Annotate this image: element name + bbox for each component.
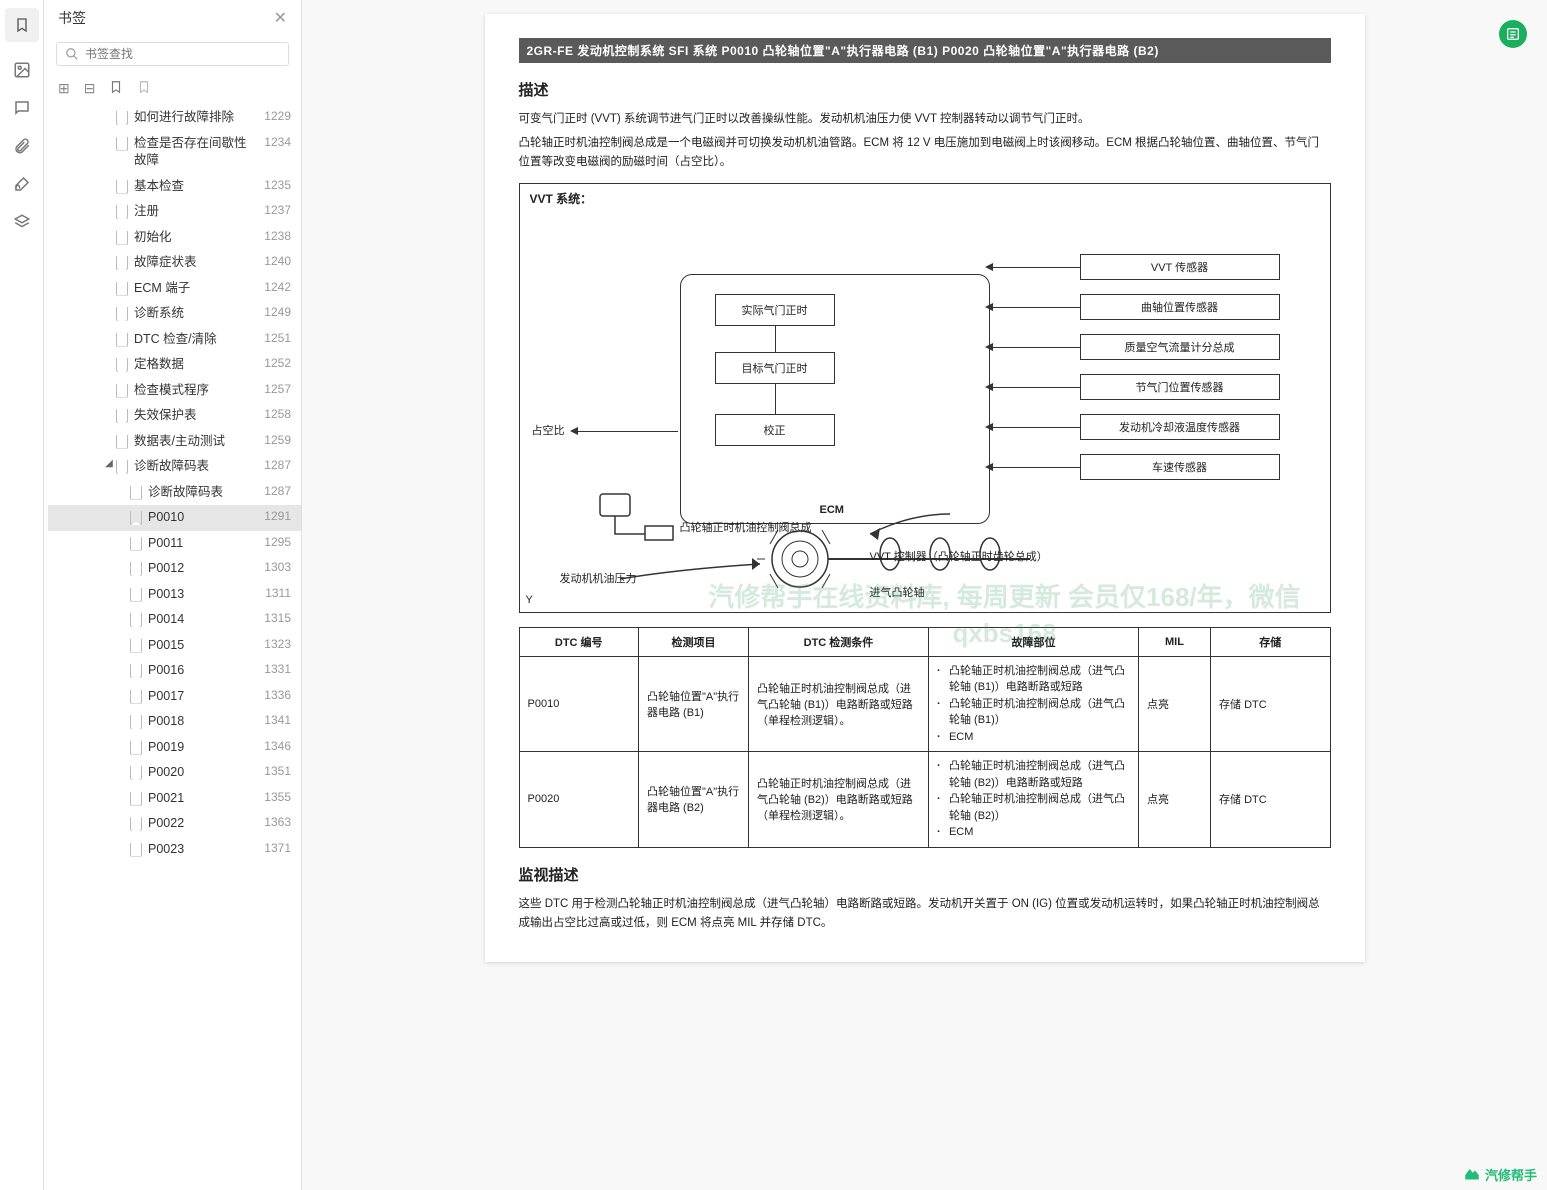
bookmark-tree: 如何进行故障排除1229检查是否存在间歇性故障1234基本检查1235注册123… (44, 105, 301, 1190)
sensor-box: 发动机冷却液温度传感器 (1080, 414, 1280, 440)
tree-item[interactable]: 检查是否存在间歇性故障1234 (48, 131, 301, 174)
watermark-ghost: 汽修帮手在线资料库, 每周更新 会员仅168/年，微信qxbs168 (680, 579, 1330, 652)
tree-item[interactable]: 故障症状表1240 (48, 250, 301, 276)
tree-item[interactable]: 定格数据1252 (48, 352, 301, 378)
tree-item[interactable]: P00211355 (48, 786, 301, 812)
tree-item[interactable]: 失效保护表1258 (48, 403, 301, 429)
tree-item[interactable]: P00191346 (48, 735, 301, 761)
tree-item[interactable]: 初始化1238 (48, 225, 301, 251)
tree-item[interactable]: 基本检查1235 (48, 174, 301, 200)
document-viewport[interactable]: 2GR-FE 发动机控制系统 SFI 系统 P0010 凸轮轴位置"A"执行器电… (302, 0, 1547, 1190)
comment-icon[interactable] (12, 98, 32, 118)
label-oil-pressure: 发动机机油压力 (560, 570, 637, 586)
add-bookmark-icon[interactable] (109, 80, 123, 97)
label-y: Y (526, 594, 533, 606)
sensor-box: 车速传感器 (1080, 454, 1280, 480)
search-input[interactable] (85, 47, 280, 61)
doc-header-bar: 2GR-FE 发动机控制系统 SFI 系统 P0010 凸轮轴位置"A"执行器电… (519, 38, 1331, 63)
left-icon-strip (0, 0, 44, 1190)
paragraph: 这些 DTC 用于检测凸轮轴正时机油控制阀总成（进气凸轮轴）电路断路或短路。发动… (519, 895, 1331, 934)
paragraph: 凸轮轴正时机油控制阀总成是一个电磁阀并可切换发动机机油管路。ECM 将 12 V… (519, 134, 1331, 173)
label-vvt-controller: VVT 控制器（凸轮轴正时齿轮总成） (870, 548, 1048, 564)
tree-item[interactable]: P00131311 (48, 582, 301, 608)
tree-item[interactable]: P00171336 (48, 684, 301, 710)
bookmark-outline-icon[interactable] (137, 80, 151, 97)
diagram-title: VVT 系统： (530, 190, 1320, 207)
bookmark-icon[interactable] (5, 8, 39, 42)
tree-item[interactable]: 数据表/主动测试1259 (48, 429, 301, 455)
tree-item[interactable]: P00101291 (48, 505, 301, 531)
tree-item[interactable]: DTC 检查/清除1251 (48, 327, 301, 353)
sensor-box: 节气门位置传感器 (1080, 374, 1280, 400)
layers-icon[interactable] (12, 212, 32, 232)
tree-item[interactable]: 如何进行故障排除1229 (48, 105, 301, 131)
search-icon (65, 47, 79, 61)
table-row: P0020凸轮轴位置"A"执行器电路 (B2)凸轮轴正时机油控制阀总成（进气凸轮… (519, 752, 1330, 848)
tree-item[interactable]: P00181341 (48, 709, 301, 735)
tree-item[interactable]: 诊断故障码表1287 (48, 480, 301, 506)
section-title-monitor: 监视描述 (519, 864, 1331, 885)
tree-item[interactable]: 注册1237 (48, 199, 301, 225)
sidebar-title: 书签 (58, 8, 86, 28)
tree-item[interactable]: P00141315 (48, 607, 301, 633)
tree-item[interactable]: P00231371 (48, 837, 301, 863)
close-icon[interactable]: ✕ (274, 8, 287, 28)
sensor-box: 曲轴位置传感器 (1080, 294, 1280, 320)
sensor-box: VVT 传感器 (1080, 254, 1280, 280)
expand-all-icon[interactable]: ⊞ (58, 80, 70, 97)
tree-item[interactable]: P00111295 (48, 531, 301, 557)
bookmark-tools: ⊞ ⊟ (44, 72, 301, 105)
attachment-icon[interactable] (12, 136, 32, 156)
tree-item[interactable]: 检查模式程序1257 (48, 378, 301, 404)
tree-item[interactable]: P00121303 (48, 556, 301, 582)
sensor-box: 质量空气流量计分总成 (1080, 334, 1280, 360)
tree-item[interactable]: P00161331 (48, 658, 301, 684)
watermark-logo: 汽修帮手 (1463, 1165, 1537, 1184)
box-target-timing: 目标气门正时 (715, 352, 835, 384)
label-duty-cycle: 占空比 (532, 422, 565, 438)
box-correction: 校正 (715, 414, 835, 446)
tree-item[interactable]: ECM 端子1242 (48, 276, 301, 302)
tree-item[interactable]: P00221363 (48, 811, 301, 837)
image-icon[interactable] (12, 60, 32, 80)
paragraph: 可变气门正时 (VVT) 系统调节进气门正时以改善操纵性能。发动机机油压力使 V… (519, 110, 1331, 130)
signature-icon[interactable] (12, 174, 32, 194)
tree-item[interactable]: P00151323 (48, 633, 301, 659)
collapse-all-icon[interactable]: ⊟ (84, 80, 96, 97)
box-actual-timing: 实际气门正时 (715, 294, 835, 326)
dtc-table: DTC 编号检测项目DTC 检测条件故障部位MIL存储 P0010凸轮轴位置"A… (519, 627, 1331, 848)
document-page: 2GR-FE 发动机控制系统 SFI 系统 P0010 凸轮轴位置"A"执行器电… (485, 14, 1365, 962)
vvt-system-diagram: VVT 系统： ECM 实际气门正时 目标气门正时 校正 占空比 VVT 传感器… (519, 183, 1331, 613)
tree-item[interactable]: ◢诊断故障码表1287 (48, 454, 301, 480)
section-title-description: 描述 (519, 79, 1331, 100)
tree-item[interactable]: 诊断系统1249 (48, 301, 301, 327)
bookmarks-sidebar: 书签 ✕ ⊞ ⊟ 如何进行故障排除1229检查是否存在间歇性故障1234基本检查… (44, 0, 302, 1190)
label-oil-valve: 凸轮轴正时机油控制阀总成 (680, 519, 812, 535)
bookmark-search[interactable] (56, 42, 289, 66)
float-action-button[interactable] (1499, 20, 1527, 48)
tree-item[interactable]: P00201351 (48, 760, 301, 786)
table-row: P0010凸轮轴位置"A"执行器电路 (B1)凸轮轴正时机油控制阀总成（进气凸轮… (519, 656, 1330, 752)
